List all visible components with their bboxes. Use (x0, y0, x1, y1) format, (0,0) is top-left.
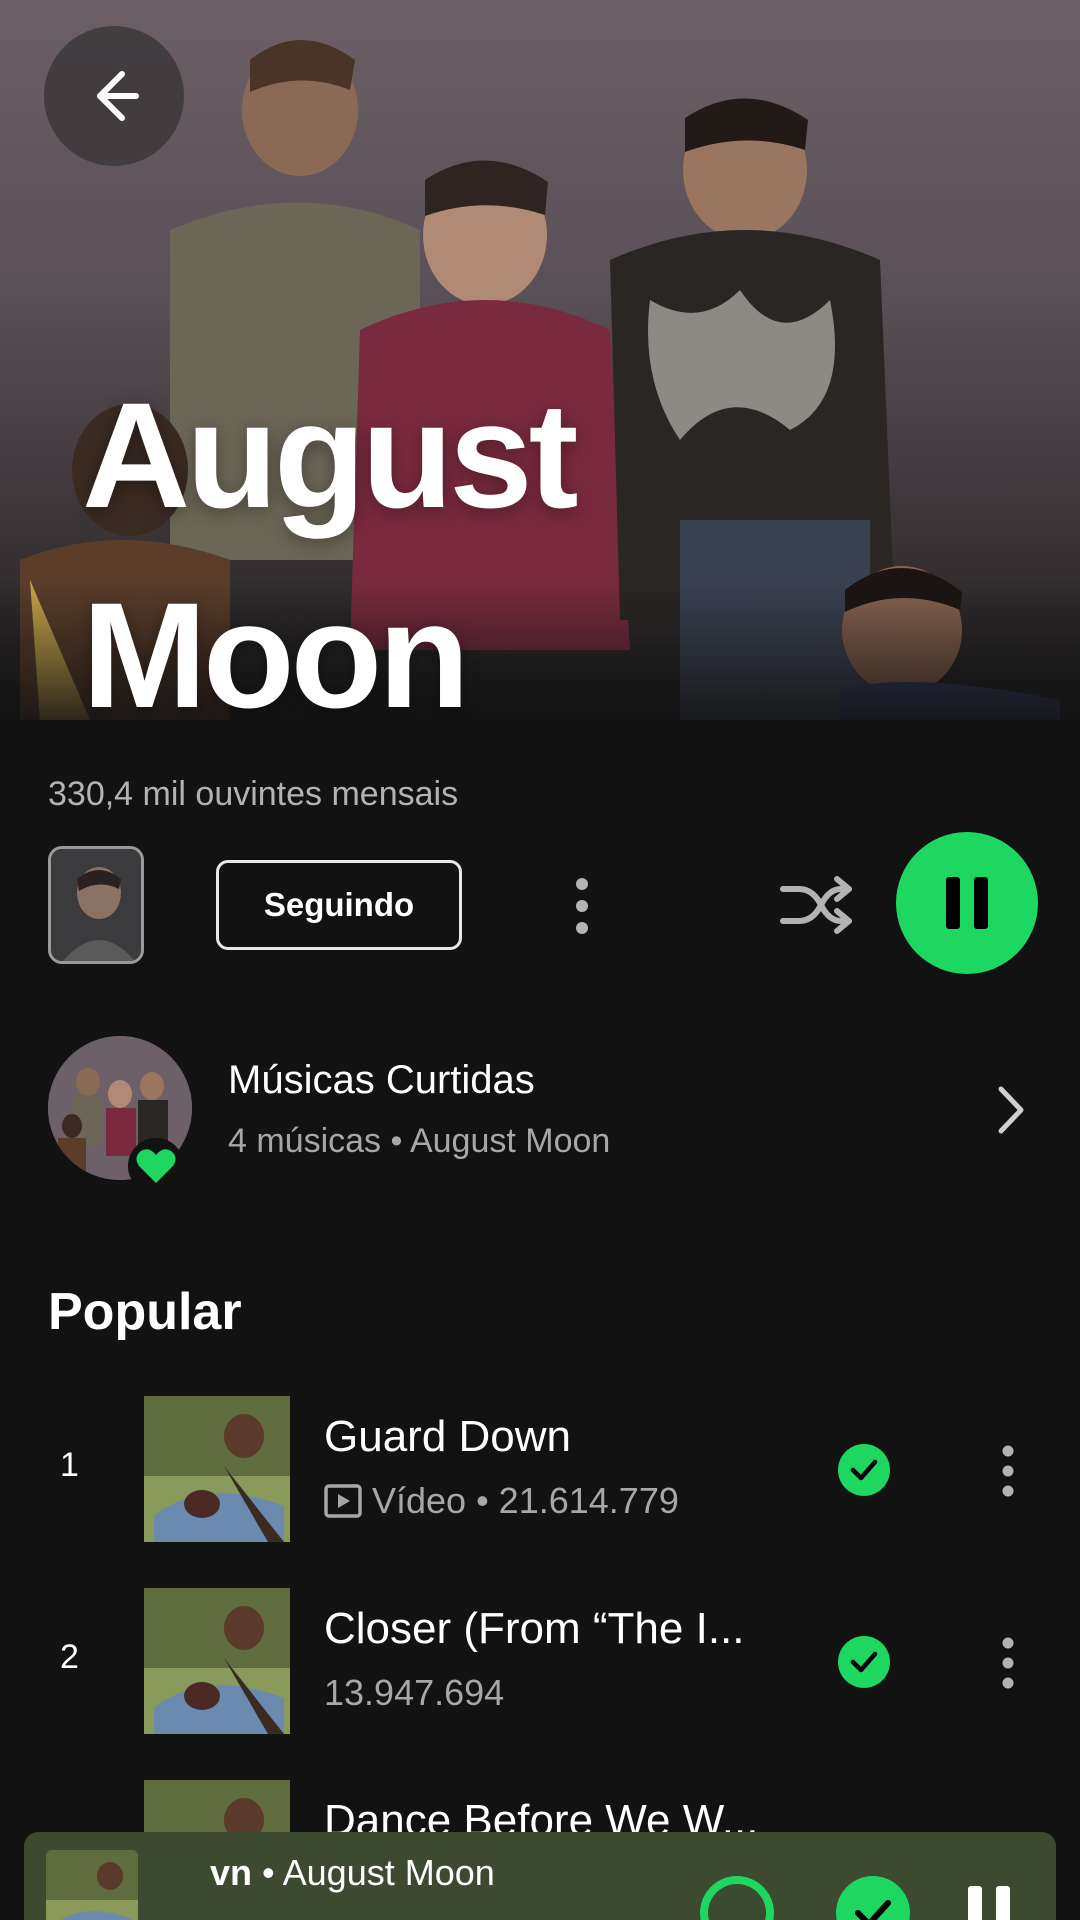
arrow-left-icon (97, 71, 139, 121)
mini-player-artist: • August Moon (252, 1852, 495, 1893)
more-vertical-icon (1002, 1637, 1014, 1689)
track-more-button[interactable] (994, 1436, 1022, 1506)
heart-icon (136, 1149, 176, 1183)
liked-songs-subtitle: 4 músicas • August Moon (228, 1122, 611, 1160)
connect-device-icon[interactable] (700, 1876, 774, 1920)
track-artwork (144, 1396, 290, 1542)
track-row[interactable]: 2 Closer (From “The I... 13.947.694 (0, 1588, 1080, 1738)
track-rank: 1 (60, 1446, 79, 1484)
following-button[interactable]: Seguindo (216, 860, 462, 950)
saved-check-button[interactable] (838, 1636, 890, 1688)
play-pause-button[interactable] (896, 832, 1038, 974)
shuffle-icon (780, 876, 852, 934)
artist-name-line2: Moon (82, 571, 470, 720)
track-meta-text: Vídeo • 21.614.779 (372, 1480, 679, 1521)
artist-name-line1: August (82, 371, 579, 539)
popular-heading: Popular (48, 1283, 242, 1341)
mini-player-artwork (46, 1850, 138, 1920)
liked-badge (128, 1138, 184, 1194)
chevron-right-icon (990, 1082, 1030, 1138)
mini-player-saved-button[interactable] (836, 1876, 910, 1920)
liked-songs-title: Músicas Curtidas (228, 1058, 535, 1102)
artist-preview-thumbnail[interactable] (48, 846, 144, 964)
track-row[interactable]: 1 Guard Down Vídeo • 21.614.779 (0, 1396, 1080, 1546)
track-more-button[interactable] (994, 1628, 1022, 1698)
artist-hero: August Moon (0, 0, 1080, 720)
more-options-button[interactable] (560, 868, 604, 944)
monthly-listeners: 330,4 mil ouvintes mensais (48, 775, 459, 813)
track-rank: 2 (60, 1638, 79, 1676)
track-artwork (144, 1588, 290, 1734)
more-vertical-icon (1002, 1445, 1014, 1497)
mini-player-track-title: vn (210, 1852, 253, 1893)
track-meta: Vídeo • 21.614.779 (324, 1480, 679, 1522)
mini-player-track-info: vn • August Moon (210, 1852, 495, 1894)
track-meta-text: 13.947.694 (324, 1672, 505, 1713)
shuffle-button[interactable] (776, 870, 856, 940)
check-icon (850, 1459, 878, 1481)
liked-songs-row[interactable]: Músicas Curtidas 4 músicas • August Moon (0, 1034, 1080, 1194)
back-button[interactable] (44, 26, 184, 166)
artist-preview-image (51, 849, 141, 961)
check-icon (850, 1651, 878, 1673)
saved-check-button[interactable] (838, 1444, 890, 1496)
artist-name: August Moon (82, 355, 782, 720)
track-meta: 13.947.694 (324, 1672, 504, 1714)
track-title: Closer (From “The I... (324, 1604, 745, 1653)
mini-player[interactable]: vn • August Moon (24, 1832, 1056, 1920)
check-icon (855, 1900, 891, 1920)
track-title: Guard Down (324, 1412, 572, 1461)
pause-icon (946, 877, 988, 929)
pause-icon (968, 1886, 982, 1920)
artist-page: August Moon 330,4 mil ouvintes mensais S… (0, 0, 1080, 1920)
video-icon (324, 1484, 362, 1518)
more-vertical-icon (576, 878, 588, 934)
mini-player-pause-button[interactable] (968, 1886, 1018, 1920)
